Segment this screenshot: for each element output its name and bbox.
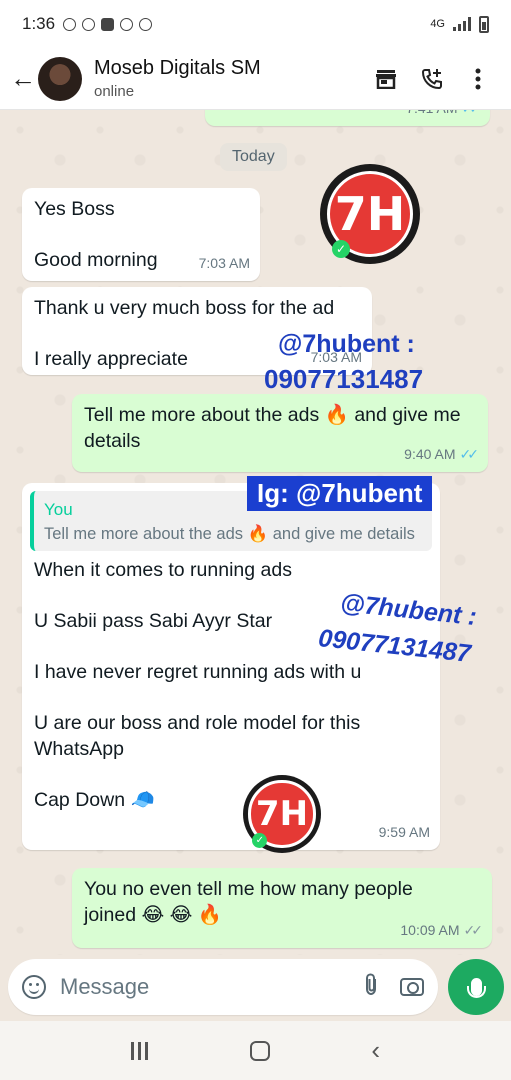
b-icon <box>82 17 96 31</box>
battery-icon <box>479 15 489 33</box>
message-time: 9:40 AM <box>404 446 456 462</box>
message-placeholder: Message <box>60 974 150 999</box>
message-text: Yes Boss <box>34 198 115 220</box>
message-time: 10:09 AM <box>400 922 460 938</box>
message-outgoing[interactable]: You no even tell me how many people join… <box>72 868 492 948</box>
dnd-icon <box>63 17 77 31</box>
verified-icon: ✓ <box>252 833 268 849</box>
message-text: I have never regret running ads with u <box>34 661 362 683</box>
contact-info[interactable]: Moseb Digitals SM online <box>94 57 363 100</box>
message-text: Cap Down 🧢 <box>34 789 155 811</box>
telegram-icon <box>120 17 134 31</box>
read-ticks-icon: ✓✓ <box>462 110 482 121</box>
facebook-icon <box>139 17 153 31</box>
message-time: 7:03 AM <box>198 255 250 271</box>
signal-icon <box>453 17 471 31</box>
watermark-logo: 7H ✓ <box>243 775 321 853</box>
emoji-icon[interactable] <box>22 975 46 999</box>
mic-button[interactable] <box>448 959 504 1015</box>
verified-icon: ✓ <box>332 240 350 258</box>
arrow-left-icon[interactable]: ← <box>10 63 38 94</box>
quote-text: Tell me more about the ads 🔥 and give me… <box>44 525 415 543</box>
message-text: When it comes to running ads <box>34 559 292 581</box>
composer-bar: Message <box>0 955 511 1021</box>
message-time: 7:41 AM <box>406 110 457 121</box>
watermark-logo: 7H ✓ <box>320 164 420 264</box>
network-type: 4G <box>430 18 445 30</box>
add-call-icon[interactable] <box>409 67 455 91</box>
contact-name: Moseb Digitals SM <box>94 57 261 79</box>
chat-header: ← Moseb Digitals SM online <box>0 48 511 110</box>
delivered-ticks-icon: ✓✓ <box>463 922 484 938</box>
home-icon[interactable] <box>249 1040 270 1061</box>
mic-icon <box>466 978 486 998</box>
recent-apps-icon[interactable] <box>130 1041 148 1060</box>
store-icon[interactable] <box>363 69 409 89</box>
system-nav-bar: ‹ <box>0 1021 511 1080</box>
watermark-instagram: Ig: @7hubent <box>247 476 433 511</box>
more-options-icon[interactable] <box>455 68 501 90</box>
notification-icons <box>63 17 153 31</box>
back-chevron-icon[interactable]: ‹ <box>371 1035 380 1066</box>
message-input[interactable]: Message <box>8 959 438 1015</box>
camera-icon[interactable] <box>400 978 424 996</box>
message-incoming-reply[interactable]: You Tell me more about the ads 🔥 and giv… <box>22 483 440 850</box>
date-chip: Today <box>220 143 287 171</box>
status-time: 1:36 <box>22 14 56 33</box>
avatar[interactable] <box>38 56 82 101</box>
chat-area[interactable]: 7:41 AM✓✓ Today Yes Boss Good morning 7:… <box>0 110 511 960</box>
message-icon <box>101 17 115 31</box>
message-incoming[interactable]: Yes Boss Good morning 7:03 AM <box>22 188 260 281</box>
message-text: U are our boss and role model for this W… <box>34 712 361 760</box>
contact-status: online <box>94 83 135 100</box>
previous-message[interactable]: 7:41 AM ✓✓ <box>205 110 490 126</box>
watermark-handle: @7hubent : <box>278 330 415 358</box>
watermark-phone: 09077131487 <box>264 364 424 394</box>
attach-icon[interactable] <box>364 972 378 1003</box>
message-time: 9:59 AM <box>378 824 430 840</box>
message-outgoing[interactable]: Tell me more about the ads 🔥 and give me… <box>72 394 488 472</box>
read-ticks-icon: ✓✓ <box>459 446 480 462</box>
message-text: Thank u very much boss for the ad <box>34 297 335 319</box>
status-bar: 1:36 4G <box>0 0 511 48</box>
